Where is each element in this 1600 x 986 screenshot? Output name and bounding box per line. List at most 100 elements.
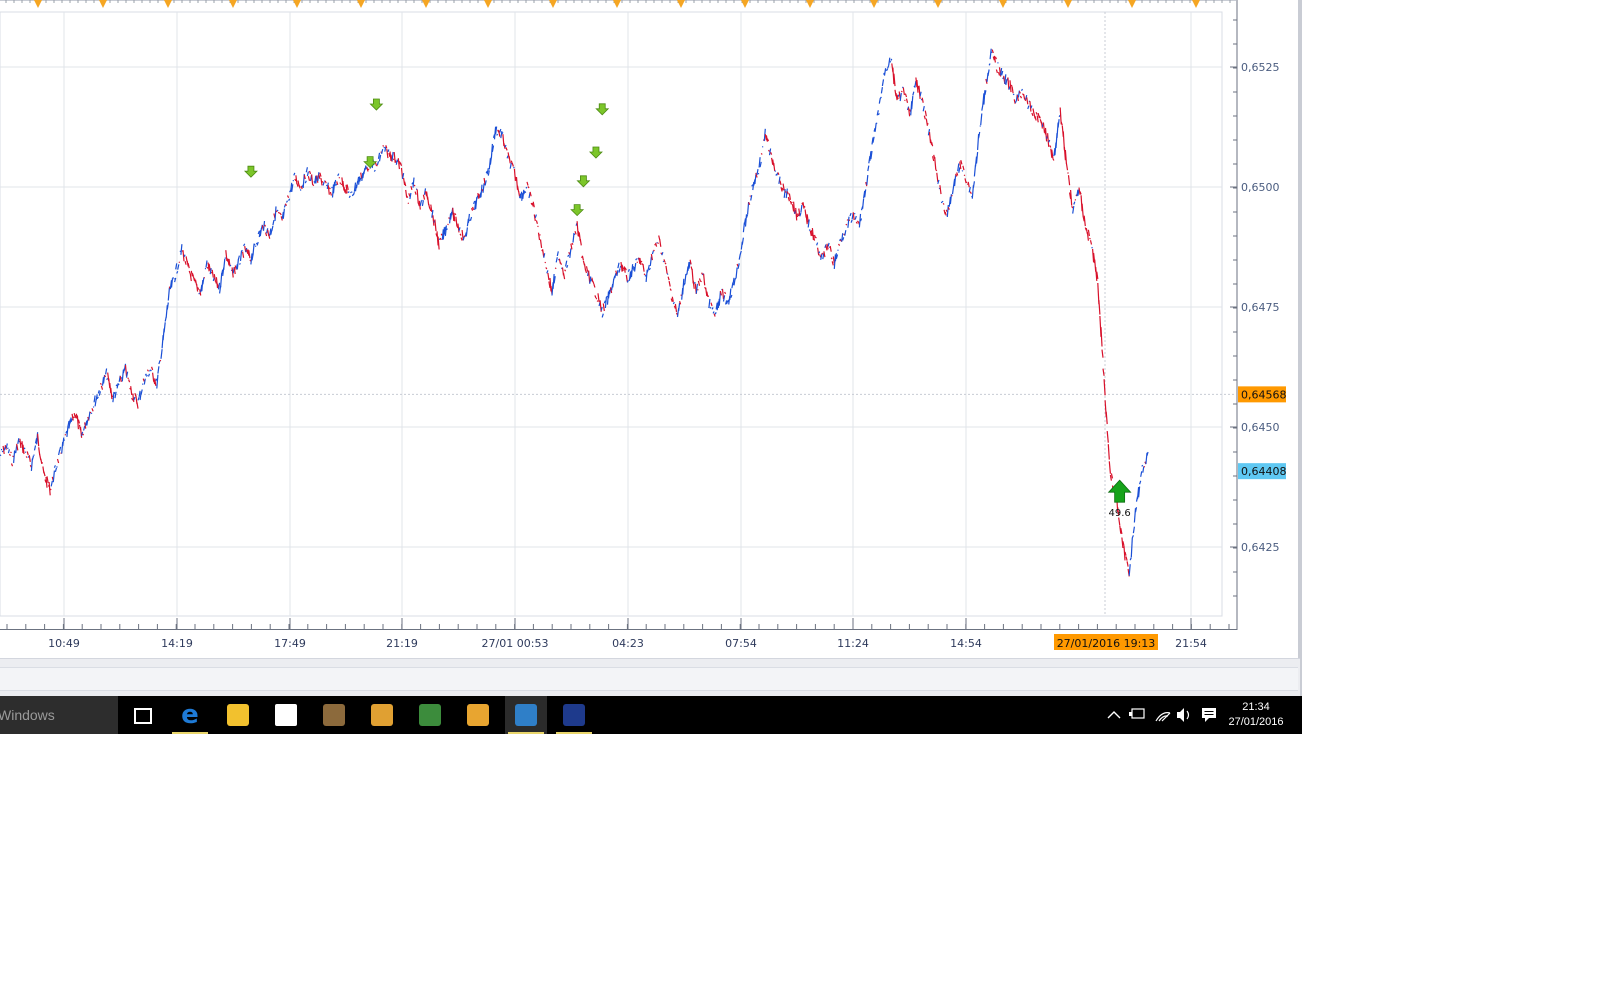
y-tick-label: 0,6450	[1241, 421, 1280, 434]
price-segment	[941, 200, 944, 203]
app-orange-icon	[371, 704, 393, 726]
price-segment	[106, 378, 109, 381]
x-tick-label: 04:23	[612, 637, 644, 650]
price-segment	[927, 123, 929, 125]
y-tick-label: 0,6500	[1241, 181, 1280, 194]
price-segment	[447, 223, 449, 226]
price-segment	[965, 181, 968, 184]
price-segment	[808, 229, 811, 231]
price-segment	[768, 149, 770, 152]
league-icon	[563, 704, 585, 726]
file-explorer-taskbar-button[interactable]	[217, 696, 259, 734]
running-indicator	[556, 732, 592, 734]
price-segment	[821, 252, 824, 255]
price-segment	[1067, 172, 1069, 174]
price-segment	[666, 273, 669, 275]
price-segment	[889, 60, 892, 63]
price-segment	[1091, 246, 1093, 249]
price-segment	[111, 395, 114, 398]
price-segment	[413, 184, 416, 187]
price-segment	[12, 455, 14, 458]
price-segment	[961, 170, 964, 172]
task-view-taskbar-button[interactable]	[120, 696, 162, 734]
status-bar-inner	[0, 667, 1298, 691]
tray-icons	[1107, 708, 1216, 722]
price-segment	[709, 306, 712, 309]
app-green-plus-icon	[419, 704, 441, 726]
price-segment	[700, 280, 702, 283]
media-player-taskbar-button[interactable]	[313, 696, 355, 734]
price-segment	[206, 266, 209, 269]
store-taskbar-button[interactable]	[265, 696, 307, 734]
buy-signal-label: 49.6	[1109, 508, 1131, 519]
chevron-up-icon[interactable]	[1107, 711, 1121, 719]
price-segment	[0, 454, 2, 457]
battery-icon[interactable]	[1129, 708, 1145, 719]
price-segment	[596, 300, 599, 302]
price-segment	[10, 451, 12, 454]
trading-app-taskbar-button[interactable]	[505, 696, 547, 734]
app-orange-taskbar-button[interactable]	[361, 696, 403, 734]
price-segment	[803, 205, 806, 208]
price-segment	[643, 273, 646, 276]
price-segment	[554, 267, 557, 270]
price-segment	[99, 382, 102, 385]
action-center-icon[interactable]	[1202, 708, 1216, 722]
cortana-search-box[interactable]: Windows	[0, 696, 118, 734]
file-explorer-icon	[227, 704, 249, 726]
x-tick-label: 21:19	[386, 637, 418, 650]
price-segment	[383, 146, 386, 149]
price-segment	[325, 184, 328, 187]
price-segment	[454, 213, 457, 216]
x-tick-label: 27/01 00:53	[482, 637, 549, 650]
league-taskbar-button[interactable]	[553, 696, 595, 734]
clock-time: 21:34	[1242, 701, 1270, 713]
price-segment	[496, 133, 499, 136]
edge-icon: e	[181, 700, 199, 730]
clock-date: 27/01/2016	[1228, 716, 1284, 728]
x-tick-label: 14:54	[950, 637, 982, 650]
price-segment	[127, 377, 130, 380]
price-segment	[1089, 237, 1091, 240]
price-segment	[49, 488, 52, 491]
price-segment	[23, 447, 26, 450]
price-segment	[527, 186, 530, 189]
app-notes-icon	[467, 704, 489, 726]
price-segment	[1141, 464, 1144, 467]
edge-taskbar-button[interactable]: e	[169, 696, 211, 734]
price-segment	[82, 433, 85, 436]
price-segment	[321, 180, 324, 183]
app-green-plus-taskbar-button[interactable]	[409, 696, 451, 734]
search-box-text: Windows	[0, 707, 55, 723]
taskbar-clock[interactable]: 21:34 27/01/2016	[1225, 700, 1287, 730]
price-chart[interactable]: 49.6 0,6525 0,6500 0,6475 0,6450 0,6425 0,645…	[0, 0, 1300, 658]
wifi-icon[interactable]	[1155, 712, 1171, 722]
price-segment	[373, 169, 376, 172]
store-icon	[275, 704, 297, 726]
price-segment	[25, 456, 28, 459]
price-segment	[115, 384, 118, 387]
price-segment	[299, 189, 302, 191]
price-segment	[347, 191, 350, 194]
x-tick-label: 14:19	[161, 637, 193, 650]
price-segment	[339, 182, 342, 185]
price-segment	[640, 260, 643, 263]
price-tag-label: 0,64568	[1241, 388, 1287, 401]
price-segment	[784, 191, 787, 193]
price-segment	[664, 262, 667, 265]
price-segment	[113, 392, 116, 395]
price-segment	[513, 166, 515, 169]
price-segment	[63, 439, 66, 441]
price-segment	[760, 152, 763, 155]
x-tick-label: 11:24	[837, 637, 869, 650]
volume-icon[interactable]	[1177, 708, 1190, 722]
price-segment	[367, 168, 370, 171]
price-segment	[448, 217, 450, 219]
price-segment	[525, 186, 528, 189]
app-notes-taskbar-button[interactable]	[457, 696, 499, 734]
price-segment	[382, 144, 385, 147]
price-segment	[990, 51, 993, 54]
trading-window: 49.6 0,6525 0,6500 0,6475 0,6450 0,6425 0,645…	[0, 0, 1600, 986]
media-player-icon	[323, 704, 345, 726]
price-segment	[224, 257, 227, 259]
